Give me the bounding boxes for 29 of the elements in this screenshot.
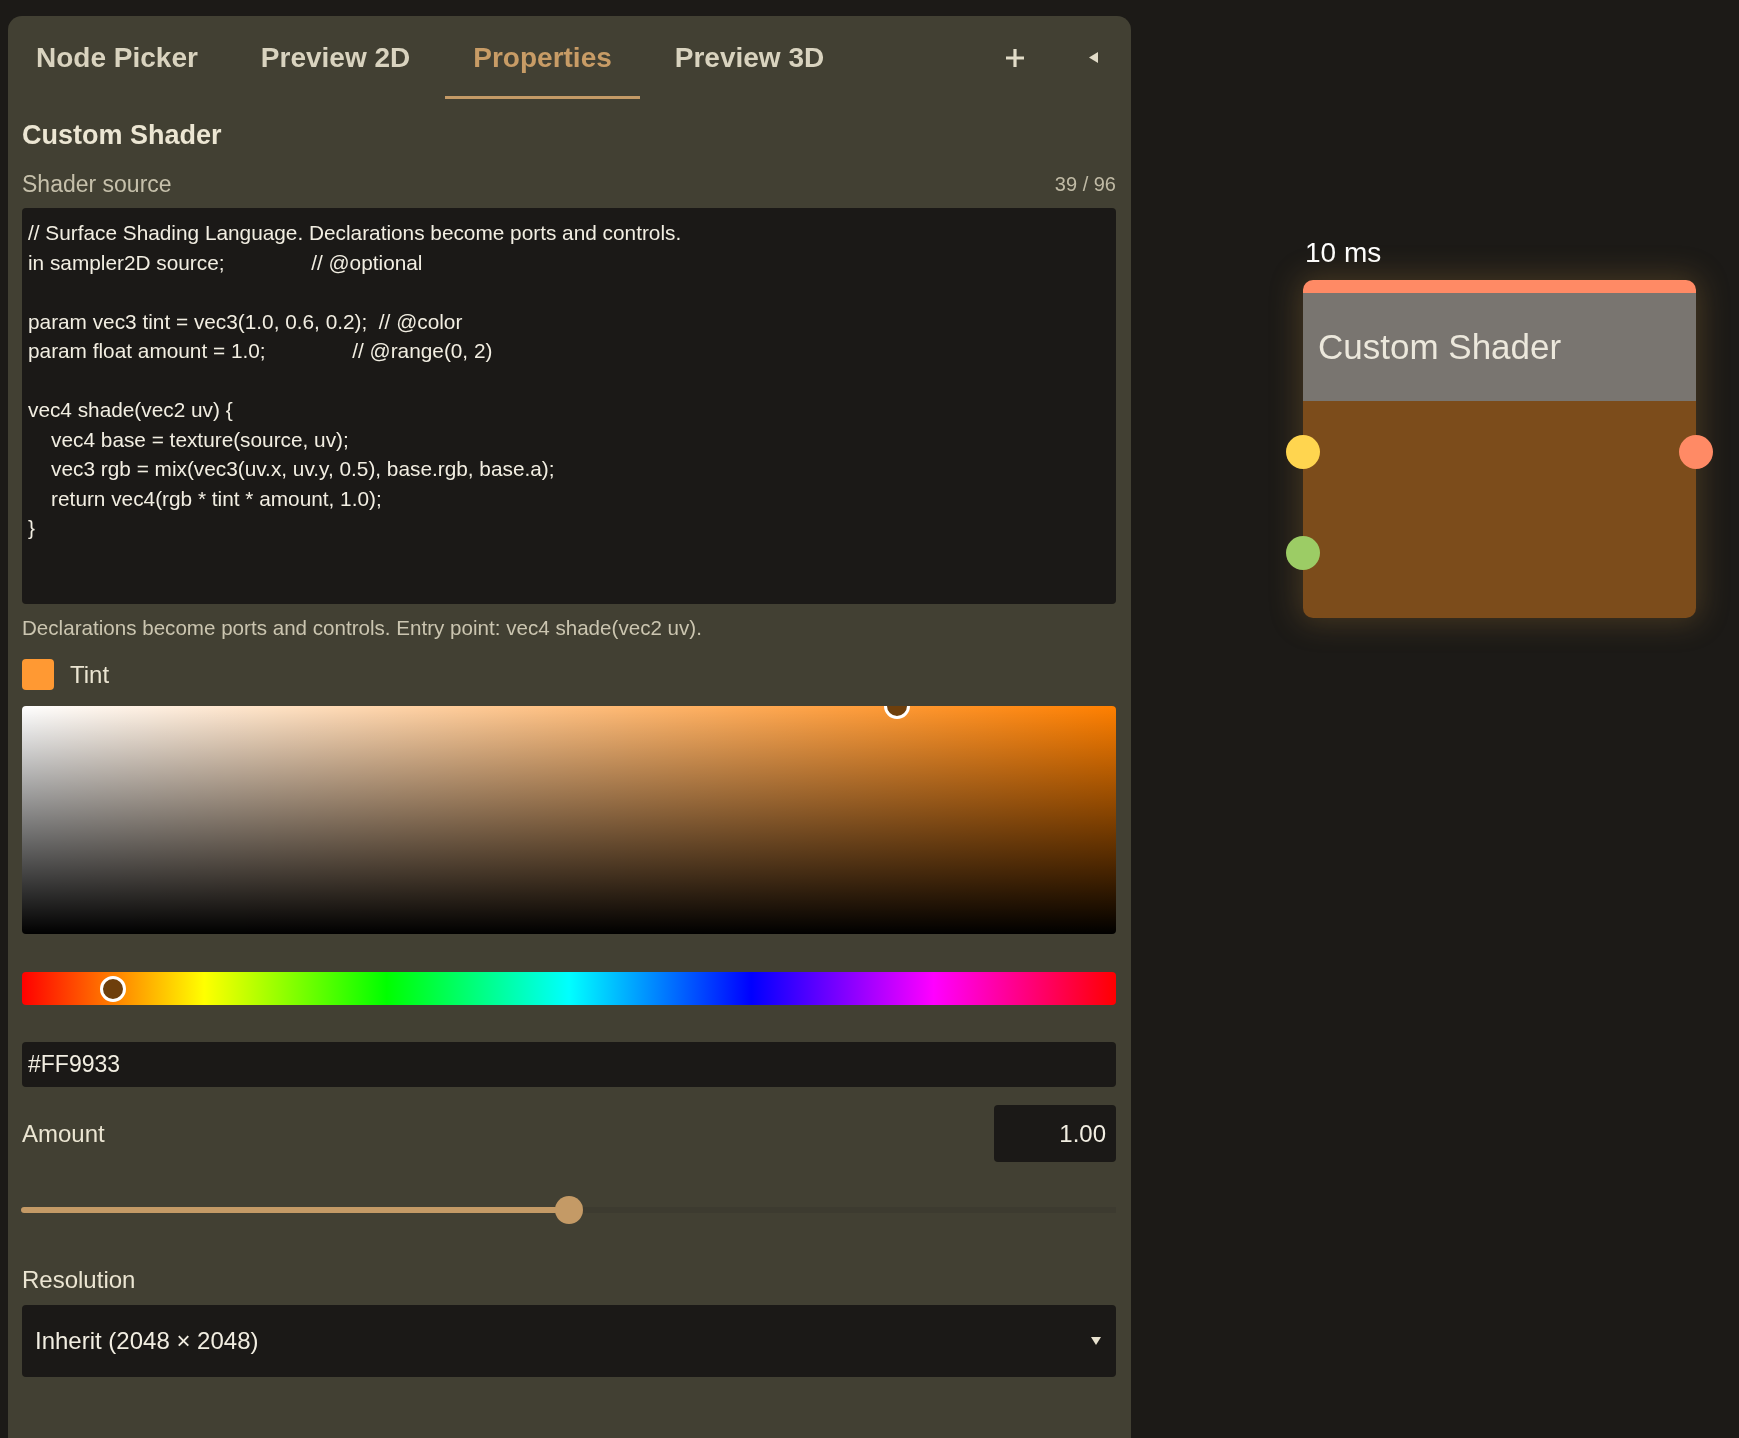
helper-text: Declarations become ports and controls. Entry point: vec4 shade(vec2 uv). <box>22 615 702 641</box>
node-title: Custom Shader <box>1318 327 1562 367</box>
number-input[interactable]: 1.00 <box>994 1105 1116 1162</box>
input-port-icon[interactable] <box>1286 435 1320 469</box>
hue-slider[interactable] <box>22 972 1116 1005</box>
triangle-left-icon <box>1088 52 1098 63</box>
tab[interactable]: Node Picker <box>8 16 226 99</box>
field-label: Shader source <box>22 170 172 198</box>
caret-icon <box>1091 1337 1101 1345</box>
field-label: Amount <box>22 1119 105 1148</box>
color-swatch-icon[interactable] <box>22 659 54 690</box>
color-gradient-area[interactable] <box>22 706 1116 934</box>
slider-handle[interactable] <box>554 1196 583 1224</box>
resolution-dropdown[interactable]: Inherit (2048 × 2048) <box>22 1305 1116 1377</box>
hex-input[interactable]: #FF9933 <box>22 1042 1116 1087</box>
tab[interactable]: Preview 2D <box>232 16 439 99</box>
output-port-icon[interactable] <box>1679 435 1713 469</box>
tab[interactable]: Preview 3D <box>646 16 853 99</box>
section-title: Custom Shader <box>22 119 222 151</box>
input-port-icon[interactable] <box>1286 536 1320 570</box>
tab[interactable]: Properties <box>445 16 640 99</box>
field-label: Tint <box>70 660 110 689</box>
plus-icon <box>1005 47 1025 68</box>
character-counter: 39 / 96 <box>1054 172 1116 196</box>
field-label: Resolution <box>22 1266 136 1294</box>
node-timing: 10 ms <box>1305 237 1382 269</box>
shader-node[interactable]: Custom Shader <box>1303 280 1696 618</box>
hue-handle[interactable] <box>99 975 126 1002</box>
code-editor[interactable]: // Surface Shading Language. Declarations become ports and controls. in sampler2D source; // @optional param vec3 tint = vec3(1.0, 0.6, 0.2); // @color param float amount = 1.0; // @range(0, 2) vec4 shade(vec2 uv) { vec4 base = texture(source, uv); vec3 rgb = mix(vec3(uv.x, uv.y, 0.5), base.rgb, base.a); return vec4(rgb * tint * amount, 1.0); } <box>22 208 1116 604</box>
